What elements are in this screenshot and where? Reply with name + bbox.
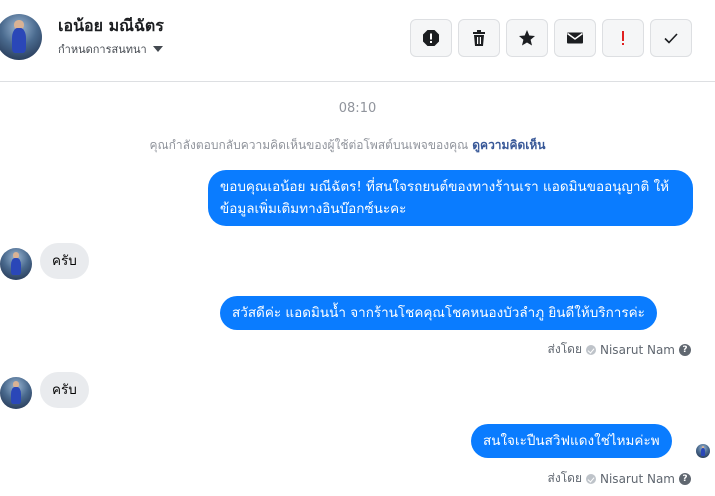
avatar-figure bbox=[700, 448, 706, 456]
seen-check-icon bbox=[586, 344, 596, 355]
read-receipt-avatar bbox=[696, 444, 710, 458]
sent-by-info: ส่งโดย Nisarut Nam ? bbox=[548, 469, 691, 488]
important-button[interactable] bbox=[602, 19, 644, 57]
assign-label: กำหนดการสนทนา bbox=[58, 43, 147, 56]
sender-avatar bbox=[0, 377, 32, 409]
message-timestamp: 08:10 bbox=[338, 101, 377, 116]
incoming-message: ครับ bbox=[40, 243, 89, 279]
seen-check-icon bbox=[586, 473, 596, 484]
avatar-figure bbox=[12, 27, 26, 54]
contact-name[interactable]: เอน้อย มณีฉัตร bbox=[58, 14, 164, 39]
help-icon[interactable]: ? bbox=[679, 472, 691, 485]
sender-avatar bbox=[0, 248, 32, 280]
alert-octagon-icon bbox=[423, 30, 439, 46]
mark-done-button[interactable] bbox=[650, 19, 692, 57]
comment-reply-notice: คุณกำลังตอบกลับความคิดเห็นของผู้ใช้ต่อโพ… bbox=[0, 136, 695, 155]
mark-unread-button[interactable] bbox=[554, 19, 596, 57]
sent-by-label: ส่งโดย bbox=[547, 342, 582, 356]
checkmark-icon bbox=[664, 33, 678, 44]
exclamation-icon bbox=[622, 31, 624, 45]
outgoing-message: ขอบคุณเอน้อย มณีฉัตร! ที่สนใจรถยนต์ของทา… bbox=[208, 170, 693, 226]
trash-icon bbox=[473, 30, 485, 46]
report-spam-button[interactable] bbox=[410, 19, 452, 57]
notice-text: คุณกำลังตอบกลับความคิดเห็นของผู้ใช้ต่อโพ… bbox=[149, 138, 469, 152]
outgoing-message: สวัสดีค่ะ แอดมินน้ำ จากร้านโชคคุณโชคหนอง… bbox=[220, 296, 657, 330]
view-comment-link[interactable]: ดูความคิดเห็น bbox=[472, 138, 545, 152]
star-button[interactable] bbox=[506, 19, 548, 57]
mail-icon bbox=[567, 32, 583, 44]
caret-down-icon bbox=[152, 46, 163, 52]
contact-avatar[interactable] bbox=[0, 14, 42, 60]
star-icon bbox=[519, 30, 535, 46]
delete-button[interactable] bbox=[458, 19, 500, 57]
sent-by-info: ส่งโดย Nisarut Nam ? bbox=[548, 340, 691, 359]
assign-conversation-dropdown[interactable]: กำหนดการสนทนา bbox=[58, 40, 163, 58]
avatar-figure bbox=[11, 386, 21, 405]
avatar-figure bbox=[11, 257, 21, 276]
sent-by-name[interactable]: Nisarut Nam bbox=[600, 472, 675, 486]
incoming-message: ครับ bbox=[40, 372, 89, 408]
sent-by-label: ส่งโดย bbox=[547, 471, 582, 485]
outgoing-message: สนใจเะปืนสวิฟแดงใช่ไหมค่ะพ bbox=[471, 424, 672, 458]
conversation-header: เอน้อย มณีฉัตร กำหนดการสนทนา bbox=[0, 0, 715, 82]
sent-by-name[interactable]: Nisarut Nam bbox=[600, 343, 675, 357]
help-icon[interactable]: ? bbox=[679, 343, 691, 356]
